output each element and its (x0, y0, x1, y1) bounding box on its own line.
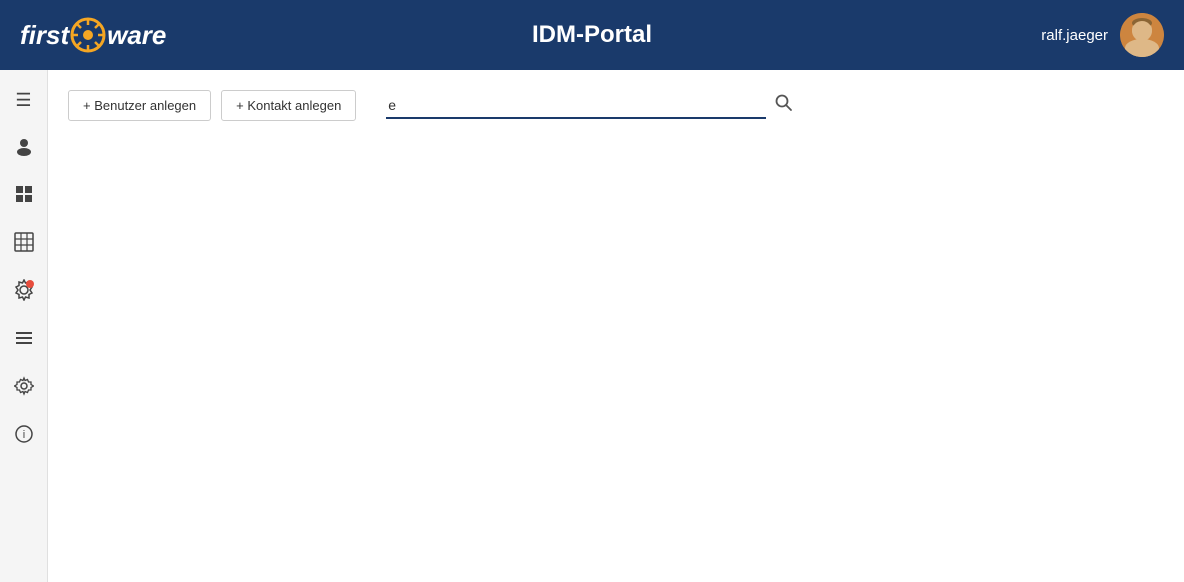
sidebar-item-gear[interactable] (4, 368, 44, 408)
menu-icon: ☰ (15, 90, 31, 111)
add-user-button[interactable]: + Benutzer anlegen (68, 90, 211, 121)
table-icon (14, 232, 34, 257)
main-layout: ☰ (0, 70, 1184, 582)
search-area (386, 90, 797, 121)
sidebar-item-settings-badge[interactable] (4, 272, 44, 312)
header-title: IDM-Portal (532, 21, 652, 49)
sidebar-item-info[interactable]: i (4, 416, 44, 456)
search-input[interactable] (386, 93, 766, 119)
user-icon (14, 136, 34, 161)
gear-icon (14, 376, 34, 401)
sidebar-item-grid[interactable] (4, 176, 44, 216)
username: ralf.jaeger (1041, 27, 1108, 44)
sidebar-item-menu[interactable]: ☰ (4, 80, 44, 120)
sidebar-item-user[interactable] (4, 128, 44, 168)
info-icon: i (14, 424, 34, 449)
header-user: ralf.jaeger (1041, 13, 1164, 57)
avatar (1120, 13, 1164, 57)
svg-text:i: i (22, 429, 24, 441)
logo-first: first (20, 20, 69, 51)
avatar-svg (1120, 13, 1164, 57)
search-button[interactable] (771, 90, 797, 121)
content-area: + Benutzer anlegen + Kontakt anlegen (48, 70, 1184, 582)
header: first ware IDM-Portal ralf.jaeger (0, 0, 1184, 70)
sidebar-item-table[interactable] (4, 224, 44, 264)
sidebar: ☰ (0, 70, 48, 582)
search-icon (775, 94, 793, 112)
grid-icon (14, 184, 34, 209)
settings-badge-icon (13, 279, 35, 306)
logo-ware: ware (107, 20, 166, 51)
logo: first ware (20, 17, 166, 53)
add-contact-button[interactable]: + Kontakt anlegen (221, 90, 356, 121)
logo-wheel-icon (70, 17, 106, 53)
list-icon (14, 328, 34, 353)
sidebar-item-list[interactable] (4, 320, 44, 360)
logo-text: first ware (20, 17, 166, 53)
toolbar: + Benutzer anlegen + Kontakt anlegen (68, 90, 1164, 121)
